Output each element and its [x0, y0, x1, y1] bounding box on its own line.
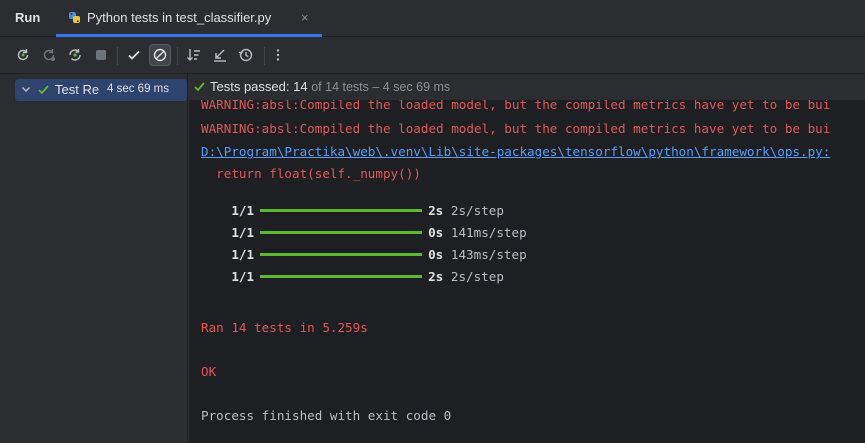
- process-exit-message: Process finished with exit code 0: [201, 408, 452, 423]
- passed-check-icon: [37, 83, 50, 99]
- test-runner-toolbar: [0, 38, 865, 74]
- more-icon[interactable]: [267, 44, 289, 66]
- run-tool-window-header: Run Python tests in test_classifier.py ×: [0, 0, 865, 37]
- tests-ok-status: OK: [201, 364, 217, 379]
- tests-passed-count: 14: [293, 79, 308, 94]
- tests-ran-summary: Ran 14 tests in 5.259s: [201, 320, 368, 335]
- tests-total-duration: of 14 tests – 4 sec 69 ms: [311, 80, 451, 94]
- progress-rate: 2s/step: [450, 269, 504, 284]
- tests-passed-label: Tests passed:: [210, 79, 290, 94]
- toolbar-separator: [117, 47, 118, 65]
- run-tool-window-title: Run: [15, 10, 41, 25]
- sort-icon[interactable]: [183, 44, 205, 66]
- test-status-bar: Tests passed: 14 of 14 tests – 4 sec 69 …: [189, 74, 865, 100]
- progress-bar: [260, 275, 423, 278]
- close-icon[interactable]: ×: [301, 10, 309, 25]
- tab-python-tests[interactable]: Python tests in test_classifier.py ×: [56, 0, 322, 37]
- import-tests-icon[interactable]: [209, 44, 231, 66]
- progress-line: 1/1 2s 2s/step: [201, 254, 504, 299]
- console-file-link[interactable]: D:\Program\Practika\web\.venv\Lib\site-p…: [201, 144, 830, 159]
- toolbar-separator: [177, 47, 178, 65]
- chevron-down-icon[interactable]: [20, 83, 32, 98]
- progress-seconds: 2s: [428, 269, 444, 284]
- toggle-auto-test-icon[interactable]: [64, 44, 86, 66]
- test-root-duration: 4 sec 69 ms: [107, 83, 169, 95]
- test-results-root-node[interactable]: Test Re 4 sec 69 ms: [15, 79, 187, 101]
- stop-icon[interactable]: [90, 44, 112, 66]
- console-return-line: return float(self._numpy()): [201, 166, 421, 181]
- progress-step: 1/1: [231, 269, 255, 284]
- history-icon[interactable]: [235, 44, 257, 66]
- tests-passed-summary: Tests passed: 14 of 14 tests – 4 sec 69 …: [210, 79, 450, 94]
- console-output[interactable]: WARNING:absl:Compiled the loaded model, …: [189, 74, 865, 443]
- test-root-label: Test Re: [55, 82, 100, 97]
- rerun-icon[interactable]: [12, 44, 34, 66]
- show-passed-icon[interactable]: [123, 44, 145, 66]
- rerun-failed-icon[interactable]: [38, 44, 60, 66]
- show-ignored-icon[interactable]: [149, 44, 171, 66]
- python-tests-icon: [67, 10, 83, 29]
- active-tab-indicator: [56, 34, 322, 37]
- toolbar-separator: [264, 47, 265, 65]
- passed-check-icon: [193, 80, 206, 96]
- tab-label: Python tests in test_classifier.py: [87, 10, 272, 25]
- test-results-tree: Test Re 4 sec 69 ms: [0, 74, 188, 443]
- console-warning-line: WARNING:absl:Compiled the loaded model, …: [201, 121, 831, 136]
